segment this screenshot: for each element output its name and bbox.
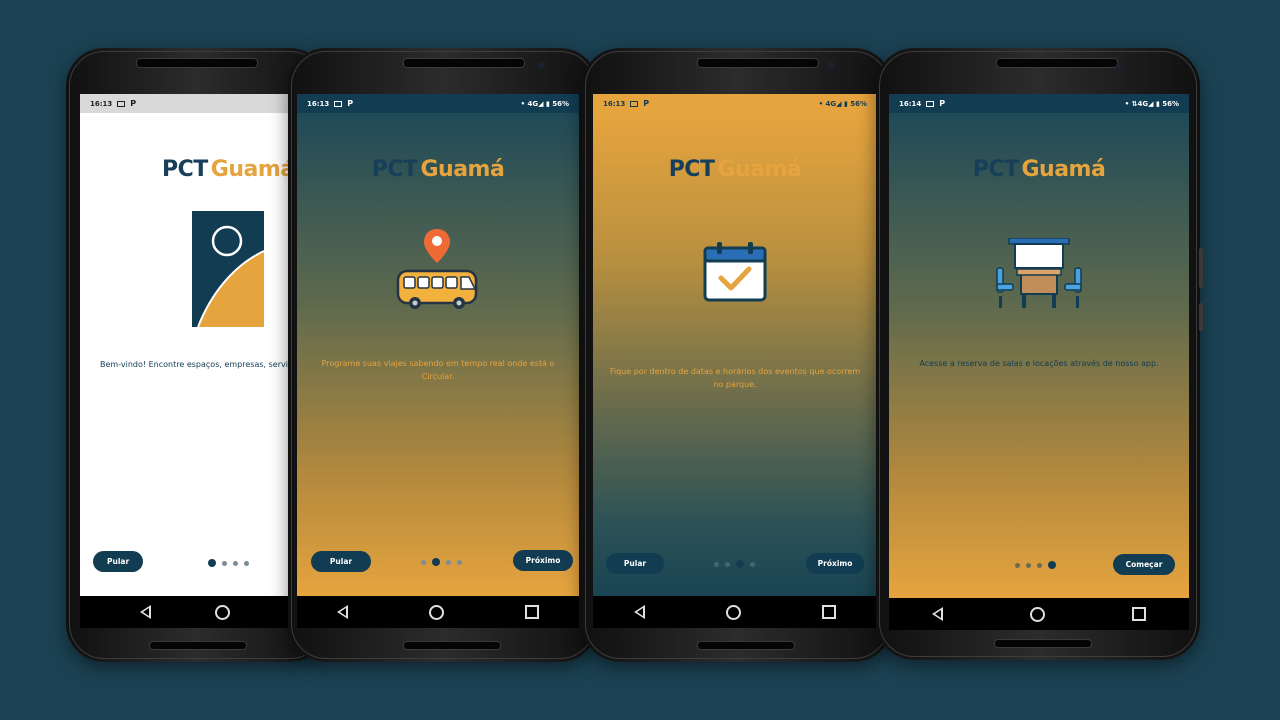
- page-dot-4: [750, 561, 755, 567]
- onboarding-page-rooms: PCT Guamá Acesse a reserva de salas e loc…: [889, 113, 1189, 598]
- phone-speaker-bottom: [994, 639, 1092, 648]
- status-time: 16:13: [603, 99, 626, 108]
- status-bar: 16:14 P • ⇅4G◢ ▮ 56%: [889, 94, 1189, 113]
- brand-logo: PCT Guamá: [593, 157, 877, 182]
- brand-logo: PCT Guamá: [297, 157, 579, 182]
- status-indicators: • 4G◢ ▮ 56%: [818, 99, 867, 108]
- next-button[interactable]: Próximo: [806, 553, 864, 574]
- logo-guama: Guamá: [210, 157, 295, 182]
- logo-pct: PCT: [162, 157, 208, 182]
- parking-icon: P: [939, 99, 946, 108]
- phone-speaker: [136, 58, 258, 68]
- phone-speaker-bottom: [697, 641, 795, 650]
- parking-icon: P: [643, 99, 650, 108]
- page-dot-2: [222, 560, 227, 566]
- nav-back-icon[interactable]: [337, 605, 349, 619]
- meeting-room-icon: [996, 238, 1082, 308]
- nav-back-icon[interactable]: [932, 607, 944, 621]
- page-dot-4: [244, 560, 249, 566]
- page-dot-1: [421, 559, 426, 565]
- onboarding-message: Fique por dentro de datas e horários dos…: [609, 367, 861, 389]
- status-time: 16:13: [90, 99, 113, 108]
- nav-home-icon[interactable]: [725, 604, 741, 620]
- onboarding-page-events: PCT Guamá Fique por dentro de datas e hor…: [593, 113, 877, 596]
- phone-speaker-bottom: [403, 641, 501, 650]
- phone-mockup-3: 16:13 P • 4G◢ ▮ 56% PCT Guamá Fique por de…: [582, 48, 892, 662]
- logo-pct: PCT: [972, 157, 1019, 182]
- phone-speaker: [697, 58, 819, 68]
- page-indicator: [714, 560, 755, 568]
- page-dot-4: [457, 559, 462, 565]
- status-indicators: • 4G◢ ▮ 56%: [520, 99, 569, 108]
- next-button[interactable]: Próximo: [513, 550, 573, 571]
- page-indicator: [208, 559, 249, 567]
- status-indicators: • ⇅4G◢ ▮ 56%: [1124, 99, 1179, 108]
- front-camera: [1116, 62, 1123, 69]
- nav-home-icon[interactable]: [1029, 606, 1045, 622]
- page-dot-2: [1026, 562, 1031, 568]
- onboarding-page-bus: PCT Guamá Programe suas viajes sabendo em…: [297, 113, 579, 596]
- page-dot-3: [233, 560, 238, 566]
- power-button: [1199, 303, 1203, 331]
- nav-recent-apps-icon[interactable]: [524, 605, 539, 619]
- skip-button[interactable]: Pular: [311, 551, 371, 572]
- phone-screen-3: 16:13 P • 4G◢ ▮ 56% PCT Guamá Fique por de…: [593, 94, 877, 628]
- nav-back-icon[interactable]: [140, 605, 151, 619]
- page-dot-4: [1048, 561, 1056, 569]
- phone-mockup-4: 16:14 P • ⇅4G◢ ▮ 56% PCT Guamá Acesse a re…: [876, 48, 1203, 660]
- notification-icon: [334, 100, 343, 107]
- phone-screen-2: 16:13 P • 4G◢ ▮ 56% PCT Guamá Programe sua…: [297, 94, 579, 628]
- nav-home-icon[interactable]: [215, 604, 230, 620]
- phone-screen-4: 16:14 P • ⇅4G◢ ▮ 56% PCT Guamá Acesse a re…: [889, 94, 1189, 630]
- page-dot-1: [1015, 562, 1020, 568]
- nav-home-icon[interactable]: [428, 604, 444, 620]
- status-bar: 16:13 P • 4G◢ ▮ 56%: [297, 94, 579, 113]
- front-camera: [538, 62, 545, 69]
- nav-recent-apps-icon[interactable]: [1131, 607, 1146, 621]
- page-dot-2: [432, 558, 440, 566]
- page-dot-2: [725, 561, 730, 567]
- status-bar: 16:13 P • 4G◢ ▮ 56%: [593, 94, 877, 113]
- onboarding-message: Acesse a reserva de salas e locações atr…: [919, 359, 1159, 368]
- android-nav-bar: [889, 598, 1189, 630]
- page-dot-3: [446, 559, 451, 565]
- phone-mockup-2: 16:13 P • 4G◢ ▮ 56% PCT Guamá Programe sua…: [288, 48, 598, 662]
- notification-icon: [926, 100, 935, 107]
- page-dot-1: [208, 559, 216, 567]
- front-camera: [828, 62, 835, 69]
- notification-icon: [117, 100, 126, 107]
- page-indicator: [421, 558, 462, 566]
- parking-icon: P: [347, 99, 354, 108]
- bus-location-icon: [396, 229, 478, 309]
- nav-recent-apps-icon[interactable]: [822, 605, 837, 619]
- phone-speaker: [996, 58, 1118, 68]
- android-nav-bar: [297, 596, 579, 628]
- pct-guama-emblem-icon: [192, 211, 264, 327]
- status-time: 16:13: [307, 99, 330, 108]
- logo-guama: Guamá: [717, 157, 802, 182]
- phone-speaker-bottom: [149, 641, 247, 650]
- logo-guama: Guamá: [1021, 157, 1106, 182]
- android-nav-bar: [593, 596, 877, 628]
- page-indicator: [1015, 561, 1056, 569]
- page-dot-1: [714, 561, 719, 567]
- calendar-check-icon: [703, 242, 767, 302]
- parking-icon: P: [130, 99, 137, 108]
- logo-pct: PCT: [371, 157, 418, 182]
- nav-back-icon[interactable]: [633, 605, 645, 619]
- page-dot-3: [1037, 562, 1042, 568]
- page-dot-3: [736, 560, 744, 568]
- status-time: 16:14: [899, 99, 922, 108]
- logo-guama: Guamá: [420, 157, 505, 182]
- skip-button[interactable]: Pular: [93, 551, 144, 572]
- onboarding-message: Programe suas viajes sabendo em tempo re…: [321, 359, 555, 381]
- brand-logo: PCT Guamá: [889, 157, 1189, 182]
- phone-speaker: [403, 58, 525, 68]
- start-button[interactable]: Começar: [1113, 554, 1175, 575]
- logo-pct: PCT: [668, 157, 715, 182]
- volume-button: [1199, 248, 1203, 288]
- notification-icon: [630, 100, 639, 107]
- skip-button[interactable]: Pular: [606, 553, 664, 574]
